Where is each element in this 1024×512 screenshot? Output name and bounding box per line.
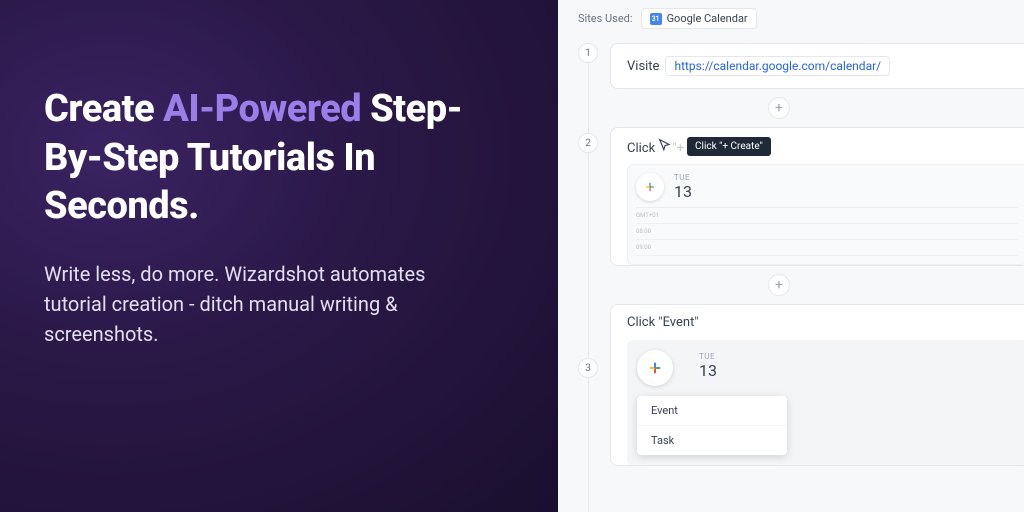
google-calendar-icon (650, 13, 662, 25)
day-name: TUE (699, 352, 715, 361)
dropdown-item-task[interactable]: Task (637, 426, 787, 455)
step-1-card[interactable]: Visite https://calendar.google.com/calen… (610, 43, 1024, 89)
create-dropdown: Event Task (637, 396, 787, 455)
step-2-title-pre: Click (627, 141, 658, 156)
hero-panel: Create AI-Powered Step-By-Step Tutorials… (0, 0, 558, 512)
step-2-tooltip: Click "+ Create" (687, 137, 771, 156)
create-button-icon (636, 173, 664, 201)
step-number-2: 2 (578, 133, 598, 153)
headline-highlight: AI-Powered (163, 87, 361, 131)
step-1-label: Visite (627, 59, 659, 74)
time-label: 08:00 (636, 228, 660, 235)
calendar-grid: GMT+01 08:00 09:00 (636, 207, 1018, 256)
time-label: 09:00 (636, 244, 660, 251)
dropdown-item-event[interactable]: Event (637, 396, 787, 426)
calendar-screenshot-1: TUE 13 GMT+01 08:00 09:00 (627, 164, 1024, 265)
add-step-button[interactable]: + (768, 274, 790, 296)
step-2-title: Click "+ Create" Click "+ Create" (627, 138, 1024, 156)
step-number-1: 1 (578, 43, 598, 63)
step-3-title: Click "Event" (627, 315, 1024, 330)
cursor-icon (658, 138, 672, 152)
step-2-card[interactable]: Click "+ Create" Click "+ Create" TUE 13 (610, 127, 1024, 266)
step-1-url[interactable]: https://calendar.google.com/calendar/ (665, 56, 890, 76)
tutorial-builder-panel: Sites Used: Google Calendar 1 Visite htt… (558, 0, 1024, 512)
sites-used-row: Sites Used: Google Calendar (578, 8, 1024, 29)
day-name: TUE (674, 173, 690, 182)
step-3-card[interactable]: Click "Event" TUE 13 Event Task (610, 304, 1024, 466)
site-chip-label: Google Calendar (667, 12, 748, 25)
hero-subtext: Write less, do more. Wizardshot automate… (44, 259, 484, 349)
site-chip-google-calendar[interactable]: Google Calendar (641, 8, 757, 29)
day-label: TUE 13 (699, 352, 717, 380)
create-button-icon (637, 350, 673, 386)
calendar-header: TUE 13 (636, 173, 1018, 201)
steps-timeline: 1 Visite https://calendar.google.com/cal… (578, 43, 1024, 466)
day-number: 13 (674, 182, 692, 201)
step-3: 3 Click "Event" TUE 13 Event Task (578, 304, 1024, 466)
day-label: TUE 13 (674, 173, 692, 201)
step-number-3: 3 (578, 358, 598, 378)
calendar-screenshot-2: TUE 13 Event Task (627, 340, 1024, 465)
step-1: 1 Visite https://calendar.google.com/cal… (578, 43, 1024, 89)
add-step-button[interactable]: + (768, 97, 790, 119)
time-label: GMT+01 (636, 212, 660, 219)
hero-headline: Create AI-Powered Step-By-Step Tutorials… (44, 85, 514, 231)
headline-text-pre: Create (44, 87, 163, 131)
sites-label: Sites Used: (578, 12, 633, 25)
step-1-title: Visite https://calendar.google.com/calen… (627, 56, 1024, 76)
step-2: 2 Click "+ Create" Click "+ Create" TUE … (578, 127, 1024, 266)
day-number: 13 (699, 361, 717, 380)
